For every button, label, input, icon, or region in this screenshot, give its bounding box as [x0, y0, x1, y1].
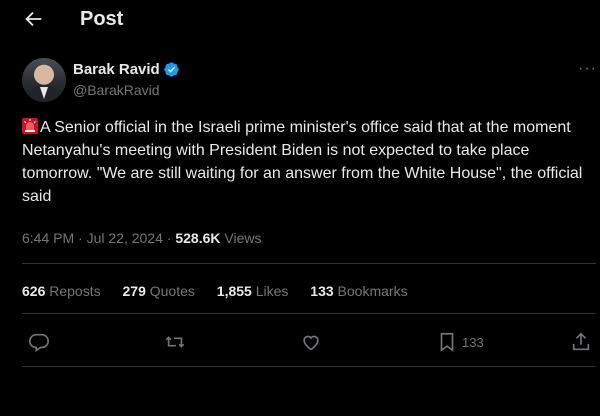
- stat-likes[interactable]: 1,855 Likes: [217, 283, 289, 299]
- tweet-meta: 6:44 PM · Jul 22, 2024 · 528.6K Views: [22, 230, 262, 246]
- page-title: Post: [80, 8, 124, 30]
- tweet-time[interactable]: 6:44 PM: [22, 230, 74, 246]
- more-options-icon[interactable]: ···: [578, 60, 597, 78]
- author-name[interactable]: Barak Ravid: [73, 61, 160, 78]
- repost-icon[interactable]: [164, 331, 186, 353]
- share-icon[interactable]: [570, 331, 592, 353]
- stat-bookmarks[interactable]: 133 Bookmarks: [310, 283, 407, 299]
- views-label: Views: [224, 230, 262, 246]
- siren-emoji-icon: [22, 118, 38, 134]
- stat-quotes[interactable]: 279 Quotes: [123, 283, 195, 299]
- divider: [22, 366, 596, 367]
- divider: [22, 263, 596, 264]
- author-handle[interactable]: @BarakRavid: [73, 82, 160, 98]
- tweet-body: A Senior official in the Israeli prime m…: [22, 119, 583, 205]
- reply-icon[interactable]: [28, 331, 50, 353]
- tweet-date[interactable]: Jul 22, 2024: [87, 230, 163, 246]
- bookmark-icon[interactable]: [436, 331, 458, 353]
- views-count: 528.6K: [175, 230, 221, 246]
- stat-reposts[interactable]: 626 Reposts: [22, 283, 101, 299]
- tweet-text: A Senior official in the Israeli prime m…: [22, 116, 590, 208]
- avatar[interactable]: [22, 58, 66, 102]
- engagement-stats: 626 Reposts 279 Quotes 1,855 Likes 133 B…: [22, 283, 426, 299]
- post-header: Post: [0, 0, 600, 42]
- bookmark-count: 133: [462, 335, 484, 350]
- arrow-left-icon[interactable]: [22, 8, 44, 30]
- like-icon[interactable]: [300, 331, 322, 353]
- verified-badge-icon: [164, 62, 179, 77]
- divider: [22, 313, 596, 314]
